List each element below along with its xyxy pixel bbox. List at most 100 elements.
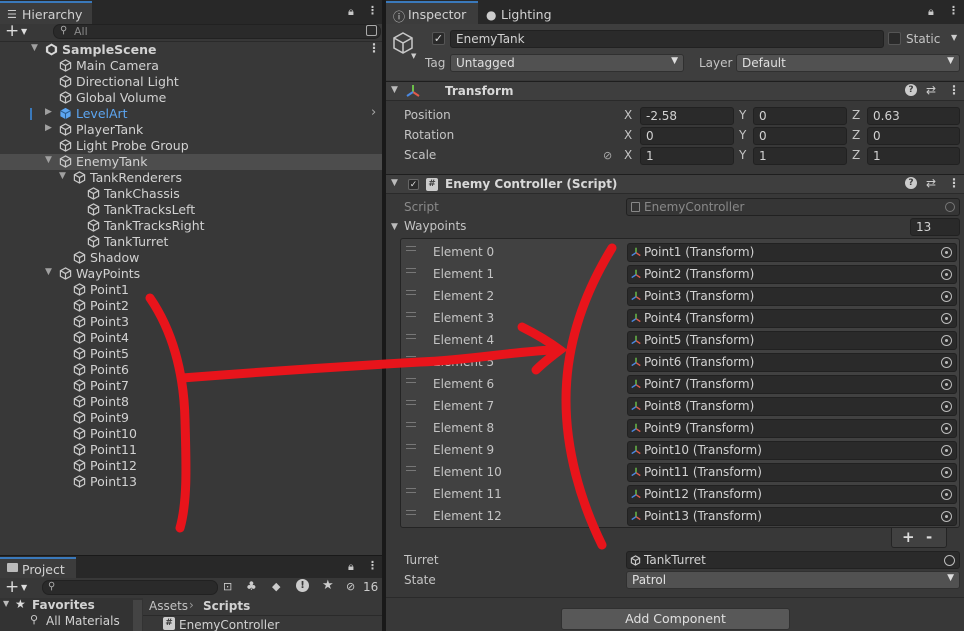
fold-open-icon[interactable]: ▼ <box>31 43 38 53</box>
tab-project[interactable]: Project <box>0 557 76 578</box>
transform-position-z-field[interactable]: 0.63 <box>867 107 960 125</box>
lock-icon[interactable]: 🔒︎ <box>348 560 354 574</box>
component-enabled-checkbox[interactable]: ✓ <box>408 179 419 190</box>
hierarchy-item[interactable]: Main Camera <box>0 58 382 74</box>
drag-handle-icon[interactable] <box>406 378 416 383</box>
object-picker-icon[interactable] <box>941 379 952 390</box>
fold-open-icon[interactable]: ▼ <box>391 222 398 232</box>
transform-rotation-x-field[interactable]: 0 <box>640 127 734 145</box>
search-in-scene-icon[interactable]: ⊡ <box>223 580 232 593</box>
turret-field[interactable]: TankTurret <box>626 551 960 569</box>
drag-handle-icon[interactable] <box>406 268 416 273</box>
hierarchy-item[interactable]: Point12 <box>0 458 382 474</box>
transform-header[interactable]: ▼ Transform ? ⇄ ⋮ <box>386 81 964 101</box>
state-dropdown[interactable]: Patrol ▼ <box>626 571 960 589</box>
axis-x-label[interactable]: X <box>624 108 632 122</box>
waypoint-element-field[interactable]: Point9 (Transform) <box>627 419 957 438</box>
help-icon[interactable]: ? <box>905 84 917 96</box>
favorite-star-icon[interactable]: ★ <box>322 578 334 593</box>
drag-handle-icon[interactable] <box>406 510 416 515</box>
lock-icon[interactable]: 🔒︎ <box>348 5 354 19</box>
waypoint-element-field[interactable]: Point6 (Transform) <box>627 353 957 372</box>
add-dropdown-caret-icon[interactable]: ▼ <box>21 27 27 36</box>
object-picker-icon[interactable] <box>941 335 952 346</box>
hierarchy-item[interactable]: Point10 <box>0 426 382 442</box>
tab-inspector[interactable]: ⓘ Inspector <box>386 1 478 24</box>
waypoint-element-field[interactable]: Point7 (Transform) <box>627 375 957 394</box>
hierarchy-item[interactable]: ▼ EnemyTank <box>0 154 382 170</box>
waypoint-element-field[interactable]: Point10 (Transform) <box>627 441 957 460</box>
object-picker-icon[interactable] <box>941 269 952 280</box>
hierarchy-item[interactable]: Point5 <box>0 346 382 362</box>
hierarchy-item[interactable]: TankTracksLeft <box>0 202 382 218</box>
fold-open-icon[interactable]: ▼ <box>391 178 398 188</box>
static-dropdown-caret-icon[interactable]: ▼ <box>951 33 957 42</box>
drag-handle-icon[interactable] <box>406 466 416 471</box>
object-picker-icon[interactable] <box>941 401 952 412</box>
hierarchy-item[interactable]: Point13 <box>0 474 382 490</box>
waypoint-element-field[interactable]: Point4 (Transform) <box>627 309 957 328</box>
object-name-field[interactable]: EnemyTank <box>450 30 884 48</box>
drag-handle-icon[interactable] <box>406 334 416 339</box>
active-checkbox[interactable]: ✓ <box>432 32 445 45</box>
hierarchy-item[interactable]: ▼ TankRenderers <box>0 170 382 186</box>
waypoint-element-field[interactable]: Point2 (Transform) <box>627 265 957 284</box>
hierarchy-item[interactable]: TankTracksRight <box>0 218 382 234</box>
fold-open-icon[interactable]: ▼ <box>45 267 52 277</box>
axis-x-label[interactable]: X <box>624 128 632 142</box>
hierarchy-item[interactable]: Point11 <box>0 442 382 458</box>
object-picker-icon[interactable] <box>944 555 955 566</box>
object-picker-icon[interactable] <box>941 291 952 302</box>
remove-element-button[interactable]: - <box>926 528 932 546</box>
axis-x-label[interactable]: X <box>624 148 632 162</box>
hierarchy-item[interactable]: ▶ PlayerTank <box>0 122 382 138</box>
add-element-button[interactable]: + <box>902 528 915 546</box>
fold-closed-icon[interactable]: ▶ <box>45 107 52 117</box>
layer-dropdown[interactable]: Default ▼ <box>736 54 960 72</box>
create-button[interactable]: + <box>5 577 19 597</box>
hierarchy-search-input[interactable]: ⚲ All <box>53 24 381 39</box>
component-menu-icon[interactable]: ⋮ <box>948 176 960 190</box>
static-checkbox[interactable] <box>888 32 901 45</box>
tab-lighting[interactable]: ● Lighting <box>479 1 569 24</box>
waypoint-element-field[interactable]: Point1 (Transform) <box>627 243 957 262</box>
waypoint-element-field[interactable]: Point12 (Transform) <box>627 485 957 504</box>
filter-by-type-icon[interactable]: ♣ <box>246 579 257 593</box>
hierarchy-item[interactable]: Global Volume <box>0 90 382 106</box>
hierarchy-item[interactable]: ▼ WayPoints <box>0 266 382 282</box>
axis-z-label[interactable]: Z <box>852 128 860 142</box>
object-picker-icon[interactable] <box>941 467 952 478</box>
fold-open-icon[interactable]: ▼ <box>59 171 66 181</box>
breadcrumb-scripts[interactable]: Scripts <box>203 599 250 613</box>
object-picker-icon[interactable] <box>941 511 952 522</box>
presets-icon[interactable]: ⇄ <box>926 176 936 190</box>
add-component-button[interactable]: Add Component <box>561 608 790 630</box>
component-menu-icon[interactable]: ⋮ <box>948 83 960 97</box>
add-button[interactable]: + <box>5 21 19 41</box>
hidden-packages-icon[interactable]: ⊘ <box>346 580 355 593</box>
fold-closed-icon[interactable]: ▶ <box>45 123 52 133</box>
transform-position-x-field[interactable]: -2.58 <box>640 107 734 125</box>
waypoints-size-field[interactable]: 13 <box>910 218 960 236</box>
axis-y-label[interactable]: Y <box>739 128 746 142</box>
create-dropdown-caret-icon[interactable]: ▼ <box>21 583 27 592</box>
hierarchy-item[interactable]: ▶ LevelArt <box>0 106 382 122</box>
transform-scale-z-field[interactable]: 1 <box>867 147 960 165</box>
axis-y-label[interactable]: Y <box>739 148 746 162</box>
waypoint-element-field[interactable]: Point11 (Transform) <box>627 463 957 482</box>
transform-scale-x-field[interactable]: 1 <box>640 147 734 165</box>
object-picker-icon[interactable] <box>941 247 952 258</box>
scale-link-icon[interactable]: ⊘ <box>603 149 612 162</box>
hierarchy-item[interactable]: Point1 <box>0 282 382 298</box>
axis-z-label[interactable]: Z <box>852 108 860 122</box>
waypoint-element-field[interactable]: Point8 (Transform) <box>627 397 957 416</box>
drag-handle-icon[interactable] <box>406 290 416 295</box>
transform-rotation-y-field[interactable]: 0 <box>753 127 847 145</box>
hierarchy-item[interactable]: Shadow <box>0 250 382 266</box>
hierarchy-item[interactable]: TankTurret <box>0 234 382 250</box>
drag-handle-icon[interactable] <box>406 400 416 405</box>
waypoint-element-field[interactable]: Point5 (Transform) <box>627 331 957 350</box>
project-search-input[interactable]: ⚲ <box>42 580 218 595</box>
chevron-right-icon[interactable]: › <box>371 105 376 120</box>
kebab-menu-icon[interactable]: ⋮ <box>367 4 378 17</box>
